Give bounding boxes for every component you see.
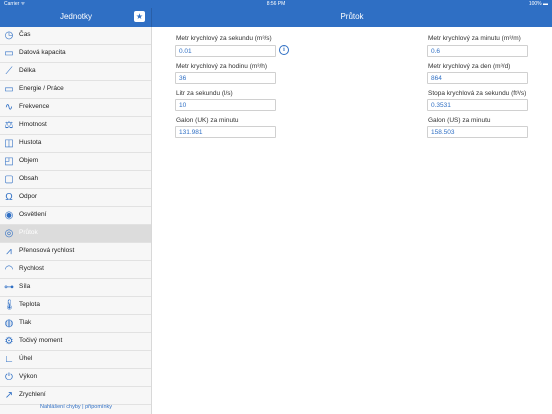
volume-icon: ◰ <box>4 156 14 167</box>
field-label-gal-uk: Galon (UK) za minutu <box>176 117 239 124</box>
angle-icon: ∟ <box>4 354 14 365</box>
field-label-ls: Litr za sekundu (l/s) <box>176 90 233 97</box>
sidebar-item-rychlost[interactable]: ◠ Rychlost <box>0 261 151 279</box>
sidebar-item-objem[interactable]: ◰ Objem <box>0 153 151 171</box>
power-icon: ⏻ <box>5 372 13 383</box>
input-m3h[interactable]: 36 <box>175 72 276 84</box>
sidebar-item-label: Čas <box>19 31 31 38</box>
sidebar-item-label: Zrychlení <box>19 391 46 398</box>
battery-icon: ▭ <box>4 84 14 95</box>
sidebar-item-energie[interactable]: ▭ Energie / Práce <box>0 81 151 99</box>
sidebar-item-label: Hmotnost <box>19 121 47 128</box>
data-capacity-icon: ▭ <box>4 48 14 59</box>
sidebar-item-label: Výkon <box>19 373 38 380</box>
sidebar-item-label: Rychlost <box>19 265 44 272</box>
field-label-m3m: Metr krychlový za minutu (m³/m) <box>428 35 521 42</box>
force-icon: ⊶ <box>4 282 14 293</box>
sidebar-item-cas[interactable]: ◷ Čas <box>0 27 151 45</box>
torque-icon: ⚙ <box>4 336 14 347</box>
sidebar-item-label: Délka <box>19 67 36 74</box>
sidebar: ◷ Čas ▭ Datová kapacita ⟋ Délka ▭ Energi… <box>0 27 152 414</box>
clock-icon: ◷ <box>4 30 14 41</box>
sidebar-item-label: Hustota <box>19 139 42 146</box>
transfer-rate-icon: ⩘ <box>6 246 12 257</box>
sidebar-item-label: Úhel <box>19 355 33 362</box>
sidebar-item-label: Odpor <box>19 193 38 200</box>
page-title: Průtok <box>340 12 364 21</box>
sidebar-item-label: Datová kapacita <box>19 49 66 56</box>
sidebar-item-hmotnost[interactable]: ⚖ Hmotnost <box>0 117 151 135</box>
input-ls[interactable]: 10 <box>175 99 276 111</box>
sidebar-item-uhel[interactable]: ∟ Úhel <box>0 351 151 369</box>
sidebar-item-prutok[interactable]: ◎ Průtok <box>0 225 151 243</box>
report-bug-link[interactable]: Nahlášení chyby | připomínky <box>0 404 152 410</box>
input-m3d[interactable]: 864 <box>427 72 528 84</box>
input-ft3s[interactable]: 0.3531 <box>427 99 528 111</box>
sidebar-item-zrychleni[interactable]: ↗ Zrychlení <box>0 387 151 405</box>
input-gal-us[interactable]: 158.503 <box>427 126 528 138</box>
status-bar: Carrier ᯤ 8:56 PM 100% ▬ <box>0 0 552 8</box>
input-m3m[interactable]: 0.6 <box>427 45 528 57</box>
pressure-icon: ◍ <box>4 318 14 329</box>
sidebar-item-label: Tlak <box>19 319 32 326</box>
acceleration-icon: ↗ <box>4 390 14 401</box>
sidebar-item-hustota[interactable]: ◫ Hustota <box>0 135 151 153</box>
density-icon: ◫ <box>4 138 14 149</box>
field-label-ft3s: Stopa krychlová za sekundu (ft³/s) <box>428 90 527 97</box>
battery-indicator: 100% ▬ <box>528 1 548 7</box>
sidebar-item-vykon[interactable]: ⏻ Výkon <box>0 369 151 387</box>
info-icon[interactable]: i <box>279 45 289 55</box>
field-label-m3s: Metr krychlový za sekundu (m³/s) <box>176 35 272 42</box>
area-icon: ▢ <box>4 174 14 185</box>
sidebar-title: Jednotky <box>59 12 93 21</box>
sidebar-item-label: Obsah <box>19 175 39 182</box>
sidebar-item-label: Energie / Práce <box>19 85 64 92</box>
input-m3s[interactable]: 0.01 <box>175 45 276 57</box>
field-label-m3h: Metr krychlový za hodinu (m³/h) <box>176 63 268 70</box>
clock-time: 8:56 PM <box>266 1 286 7</box>
sidebar-item-delka[interactable]: ⟋ Délka <box>0 63 151 81</box>
sidebar-item-sila[interactable]: ⊶ Síla <box>0 279 151 297</box>
sidebar-item-tocivy-moment[interactable]: ⚙ Točivý moment <box>0 333 151 351</box>
sidebar-item-tlak[interactable]: ◍ Tlak <box>0 315 151 333</box>
sidebar-item-datova-kapacita[interactable]: ▭ Datová kapacita <box>0 45 151 63</box>
weight-icon: ⚖ <box>4 120 14 131</box>
resistance-icon: Ω <box>5 192 13 203</box>
star-icon[interactable]: ★ <box>134 11 145 22</box>
flow-icon: ◎ <box>4 228 14 239</box>
ruler-icon: ⟋ <box>5 66 13 77</box>
field-label-m3d: Metr krychlový za den (m³/d) <box>428 63 511 70</box>
sidebar-item-label: Frekvence <box>19 103 50 110</box>
sidebar-item-osvetleni[interactable]: ◉ Osvětlení <box>0 207 151 225</box>
input-gal-uk[interactable]: 131.981 <box>175 126 276 138</box>
sidebar-item-obsah[interactable]: ▢ Obsah <box>0 171 151 189</box>
frequency-icon: ∿ <box>4 102 14 113</box>
speedometer-icon: ◠ <box>4 264 14 275</box>
sidebar-item-label: Průtok <box>19 229 38 236</box>
sidebar-item-label: Přenosová rychlost <box>19 247 75 254</box>
sidebar-item-label: Objem <box>19 157 39 164</box>
field-label-gal-us: Galon (US) za minutu <box>428 117 491 124</box>
sidebar-item-label: Osvětlení <box>19 211 47 218</box>
sidebar-item-label: Síla <box>19 283 31 290</box>
main-nav-bar: Průtok <box>152 8 552 27</box>
bulb-icon: ◉ <box>4 210 14 221</box>
sidebar-item-label: Teplota <box>19 301 40 308</box>
thermometer-icon: 🌡 <box>3 300 16 311</box>
sidebar-nav-bar: Jednotky ★ <box>0 8 152 27</box>
sidebar-item-prenosova-rychlost[interactable]: ⩘ Přenosová rychlost <box>0 243 151 261</box>
sidebar-item-odpor[interactable]: Ω Odpor <box>0 189 151 207</box>
sidebar-item-frekvence[interactable]: ∿ Frekvence <box>0 99 151 117</box>
sidebar-item-label: Točivý moment <box>19 337 63 344</box>
sidebar-item-teplota[interactable]: 🌡 Teplota <box>0 297 151 315</box>
